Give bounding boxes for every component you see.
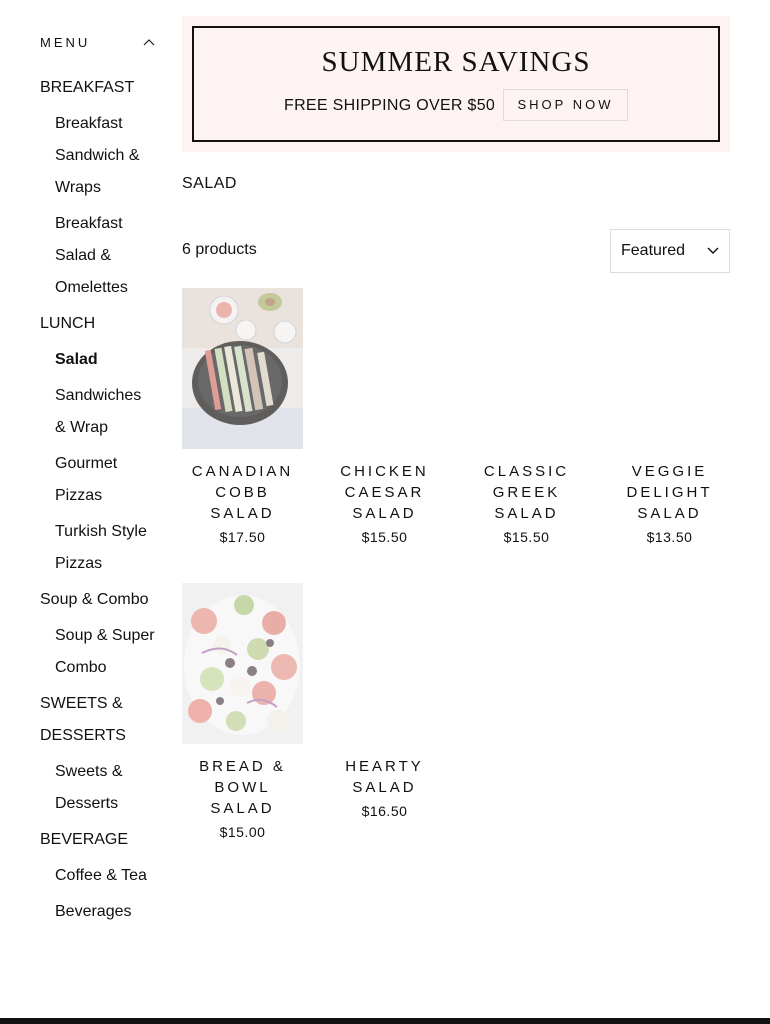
promo-banner-wrap: SUMMER SAVINGS FREE SHIPPING OVER $50 SH… <box>182 16 730 152</box>
product-card[interactable]: BREAD & BOWL SALAD $15.00 <box>182 583 303 840</box>
product-image[interactable] <box>182 583 303 744</box>
product-price: $15.00 <box>219 824 266 840</box>
sidebar-item-salad[interactable]: Salad <box>40 342 155 378</box>
banner-title: SUMMER SAVINGS <box>321 46 591 78</box>
product-name[interactable]: CLASSIC GREEK SALAD <box>466 461 587 524</box>
sidebar-list: BREAKFAST Breakfast Sandwich & Wraps Break… <box>40 70 155 930</box>
product-name[interactable]: HEARTY SALAD <box>324 756 445 798</box>
sidebar-item-sweets-desserts[interactable]: Sweets & Desserts <box>40 754 155 822</box>
menu-label: MENU <box>40 34 91 50</box>
product-price: $16.50 <box>361 803 408 819</box>
promo-banner: SUMMER SAVINGS FREE SHIPPING OVER $50 SH… <box>192 26 720 142</box>
menu-toggle[interactable]: MENU <box>40 28 155 56</box>
sidebar-item-lunch[interactable]: LUNCH <box>40 306 155 342</box>
sidebar-item-sweets-desserts[interactable]: SWEETS & DESSERTS <box>40 686 155 754</box>
sidebar-item-beverage[interactable]: BEVERAGE <box>40 822 155 858</box>
chevron-down-icon <box>707 247 719 254</box>
product-price: $13.50 <box>646 529 693 545</box>
sidebar-item-sandwiches-wrap[interactable]: Sandwiches & Wrap <box>40 378 155 446</box>
sidebar-nav: MENU BREAKFAST Breakfast Sandwich & Wraps… <box>40 28 155 930</box>
product-image[interactable] <box>182 288 303 449</box>
shop-now-button[interactable]: SHOP NOW <box>503 89 628 121</box>
product-image[interactable] <box>324 583 445 744</box>
sidebar-item-breakfast[interactable]: BREAKFAST <box>40 70 155 106</box>
product-price: $15.50 <box>503 529 550 545</box>
sidebar-item-breakfast-salad-omelettes[interactable]: Breakfast Salad & Omelettes <box>40 206 155 306</box>
product-image[interactable] <box>466 288 587 449</box>
product-name[interactable]: CHICKEN CAESAR SALAD <box>324 461 445 524</box>
product-card[interactable]: VEGGIE DELIGHT SALAD $13.50 <box>609 288 730 545</box>
product-price: $17.50 <box>219 529 266 545</box>
product-price: $15.50 <box>361 529 408 545</box>
product-count: 6 products <box>182 241 257 258</box>
sort-value: Featured <box>621 242 686 259</box>
sidebar-item-gourmet-pizzas[interactable]: Gourmet Pizzas <box>40 446 155 514</box>
chevron-up-icon <box>143 39 155 46</box>
product-card[interactable]: HEARTY SALAD $16.50 <box>324 583 445 819</box>
sidebar-item-coffee-tea[interactable]: Coffee & Tea <box>40 858 155 894</box>
product-card[interactable]: CHICKEN CAESAR SALAD $15.50 <box>324 288 445 545</box>
sidebar-item-soup-combo[interactable]: Soup & Combo <box>40 582 155 618</box>
product-image[interactable] <box>324 288 445 449</box>
product-card[interactable]: CLASSIC GREEK SALAD $15.50 <box>466 288 587 545</box>
sidebar-item-breakfast-sandwich-wraps[interactable]: Breakfast Sandwich & Wraps <box>40 106 155 206</box>
banner-subtitle: FREE SHIPPING OVER $50 <box>284 97 496 114</box>
footer-bar <box>0 1018 770 1024</box>
sidebar-item-soup-super-combo[interactable]: Soup & Super Combo <box>40 618 155 686</box>
sort-select[interactable]: Featured <box>610 229 730 273</box>
collection-title: SALAD <box>182 175 237 192</box>
product-card[interactable]: CANADIAN COBB SALAD $17.50 <box>182 288 303 545</box>
product-name[interactable]: VEGGIE DELIGHT SALAD <box>609 461 730 524</box>
product-name[interactable]: BREAD & BOWL SALAD <box>182 756 303 819</box>
product-image[interactable] <box>609 288 730 449</box>
product-name[interactable]: CANADIAN COBB SALAD <box>182 461 303 524</box>
sidebar-item-turkish-style-pizzas[interactable]: Turkish Style Pizzas <box>40 514 155 582</box>
sidebar-item-beverages[interactable]: Beverages <box>40 894 155 930</box>
